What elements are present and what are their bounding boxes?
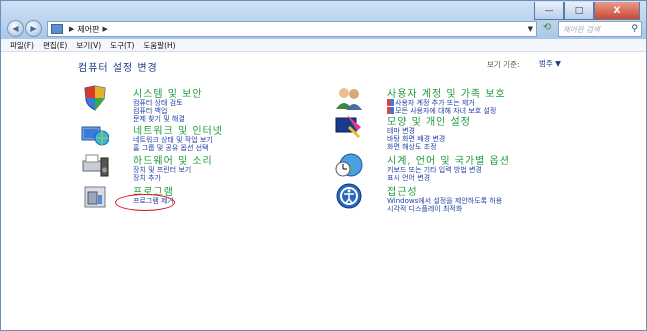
printer-speaker-icon	[82, 154, 109, 177]
menu-bar: 파일(F) 편집(E) 보기(V) 도구(T) 도움말(H)	[1, 39, 646, 52]
users-icon	[336, 88, 362, 110]
forward-button[interactable]: ▶	[25, 20, 42, 37]
search-placeholder: 제어판 검색	[563, 24, 600, 34]
page-title: 컴퓨터 설정 변경	[78, 63, 158, 74]
link-display-language[interactable]: 표시 언어 변경	[387, 173, 430, 183]
category-hardware-sound: 하드웨어 및 소리 장치 및 프린터 보기 장치 추가	[81, 152, 321, 182]
close-button[interactable]: X	[594, 2, 640, 20]
category-system-security: 시스템 및 보안 컴퓨터 상태 검토 컴퓨터 백업 문제 찾기 및 해결	[81, 85, 321, 123]
category-clock-language: 시계, 언어 및 국가별 옵션 키보드 또는 기타 입력 방법 변경 표시 언어…	[335, 152, 635, 182]
address-bar[interactable]: ▶ 제어판 ▶ ▼	[47, 21, 537, 37]
network-globe-icon	[81, 126, 109, 146]
search-input[interactable]: 제어판 검색 ⚲	[558, 21, 642, 37]
link-add-device[interactable]: 장치 추가	[133, 173, 161, 183]
breadcrumb-separator: ▶	[69, 25, 75, 33]
control-panel-window: — □ X ◀ ▶ ▶ 제어판 ▶ ▼ ⟲ 제어판 검색 ⚲ 파일(F) 편집(…	[0, 0, 647, 331]
clock-globe-icon	[335, 153, 363, 177]
menu-file[interactable]: 파일(F)	[10, 40, 34, 51]
programs-box-icon	[84, 186, 106, 208]
maximize-button[interactable]: □	[564, 2, 594, 20]
category-accessibility: 접근성 Windows에서 설정을 제안하도록 허용 시각적 디스플레이 최적화	[335, 183, 635, 213]
accessibility-icon	[336, 183, 362, 209]
shield-computer-icon	[84, 85, 106, 111]
link-screen-resolution[interactable]: 화면 해상도 조정	[387, 142, 437, 152]
window-controls: — □ X	[534, 2, 640, 20]
address-dropdown-icon[interactable]: ▼	[528, 25, 533, 33]
breadcrumb-control-panel[interactable]: 제어판	[77, 24, 99, 35]
category-user-accounts: 사용자 계정 및 가족 보호 사용자 계정 추가 또는 제거 모든 사용자에 대…	[335, 85, 635, 115]
menu-help[interactable]: 도움말(H)	[143, 40, 175, 51]
appearance-icon	[335, 115, 361, 139]
highlight-circle	[115, 194, 175, 211]
refresh-icon[interactable]: ⟲	[538, 21, 556, 35]
menu-edit[interactable]: 편집(E)	[43, 40, 67, 51]
minimize-button[interactable]: —	[534, 2, 564, 20]
menu-view[interactable]: 보기(V)	[76, 40, 101, 51]
title-bar: — □ X ◀ ▶ ▶ 제어판 ▶ ▼ ⟲ 제어판 검색 ⚲	[1, 1, 646, 39]
uac-shield-icon	[387, 99, 394, 106]
view-by-dropdown[interactable]: 범주 ▼	[535, 57, 565, 70]
control-panel-icon	[51, 24, 63, 34]
category-appearance: 모양 및 개인 설정 테마 변경 바탕 화면 배경 변경 화면 해상도 조정	[335, 113, 635, 151]
search-icon[interactable]: ⚲	[631, 24, 638, 34]
back-button[interactable]: ◀	[7, 20, 24, 37]
menu-tools[interactable]: 도구(T)	[110, 40, 134, 51]
view-by-label: 보기 기준:	[487, 60, 520, 69]
link-optimize-display[interactable]: 시각적 디스플레이 최적화	[387, 204, 462, 214]
category-network-internet: 네트워크 및 인터넷 네트워크 상태 및 작업 보기 홈 그룹 및 공유 옵션 …	[81, 122, 321, 152]
breadcrumb-separator[interactable]: ▶	[102, 25, 107, 33]
